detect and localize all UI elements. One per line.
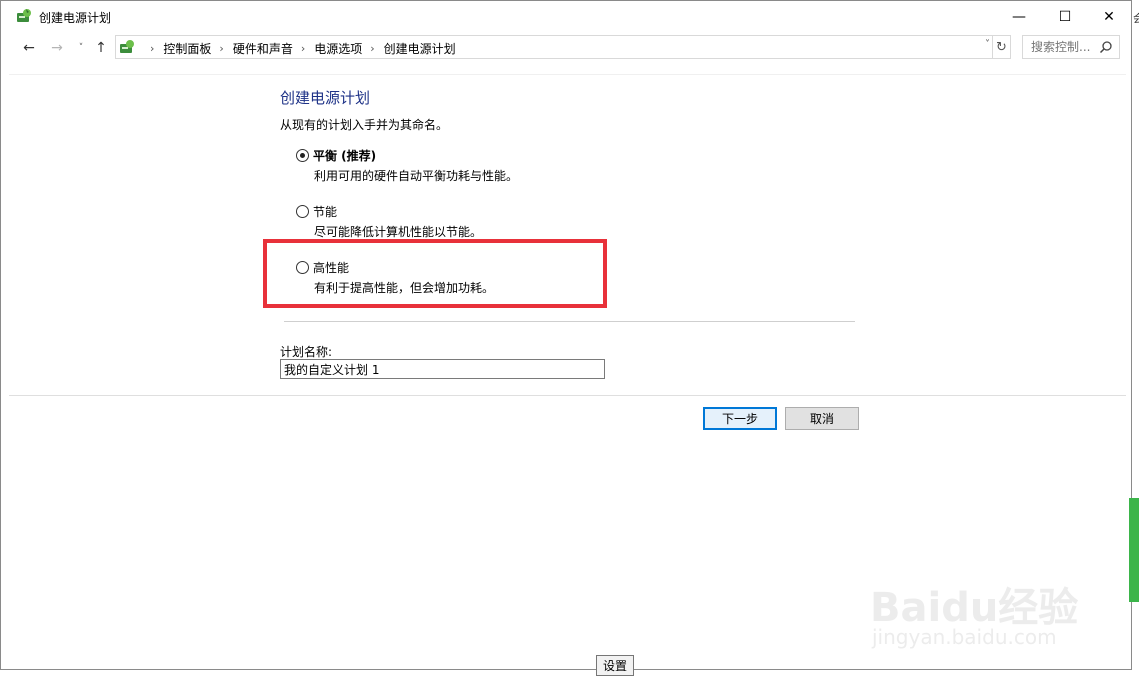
search-input[interactable] — [1023, 36, 1101, 58]
breadcrumb: › 控制面板 › 硬件和声音 › 电源选项 › 创建电源计划 — [142, 40, 456, 57]
arrow-up-icon: ↑ — [95, 40, 107, 56]
refresh-icon: ↻ — [996, 39, 1007, 55]
chevron-down-icon: ˅ — [78, 43, 84, 53]
up-button[interactable]: ↑ — [91, 37, 111, 59]
breadcrumb-item-hardware-sound[interactable]: 硬件和声音 — [233, 40, 293, 57]
divider — [9, 74, 1126, 75]
maximize-button[interactable]: ☐ — [1042, 1, 1088, 33]
chevron-right-icon[interactable]: › — [219, 42, 223, 55]
option-balanced-label[interactable]: 平衡 (推荐) — [313, 147, 376, 164]
refresh-button[interactable]: ↻ — [993, 35, 1011, 59]
forward-button[interactable]: → — [47, 37, 67, 59]
power-options-icon — [17, 9, 31, 22]
page-title: 创建电源计划 — [280, 89, 371, 107]
plan-name-field[interactable] — [280, 359, 605, 379]
arrow-right-icon: → — [51, 40, 63, 56]
divider — [284, 321, 855, 322]
next-button[interactable]: 下一步 — [703, 407, 777, 430]
close-icon: ✕ — [1103, 9, 1115, 25]
page-subtitle: 从现有的计划入手并为其命名。 — [280, 118, 449, 132]
chevron-right-icon[interactable]: › — [150, 42, 154, 55]
option-power-saver-label[interactable]: 节能 — [313, 203, 337, 220]
address-dropdown-icon[interactable]: ˅ — [985, 39, 990, 50]
title-bar[interactable]: 创建电源计划 — ☐ ✕ — [1, 1, 1131, 33]
chevron-right-icon[interactable]: › — [370, 42, 374, 55]
tooltip: 设置 — [596, 655, 634, 676]
background-side-tab — [1129, 498, 1139, 602]
address-bar[interactable]: › 控制面板 › 硬件和声音 › 电源选项 › 创建电源计划 ˅ — [115, 35, 993, 59]
watermark-url: jingyan.baidu.com — [872, 625, 1057, 649]
minimize-icon: — — [1012, 9, 1026, 25]
navigation-bar: ← → ˅ ↑ › 控制面板 › 硬件和声音 › 电源选项 › 创建电源计划 ˅… — [1, 35, 1131, 61]
chevron-right-icon[interactable]: › — [301, 42, 305, 55]
divider — [9, 395, 1126, 396]
control-panel-icon — [120, 40, 134, 53]
close-button[interactable]: ✕ — [1086, 1, 1131, 33]
background-window-text: 会 — [1133, 12, 1139, 25]
radio-button-balanced[interactable] — [296, 149, 309, 162]
watermark: Baidu经验 jingyan.baidu.com — [870, 555, 1090, 655]
plan-name-label: 计划名称: — [280, 345, 333, 359]
cancel-button[interactable]: 取消 — [785, 407, 859, 430]
option-power-saver[interactable]: 节能 — [296, 203, 337, 220]
option-balanced-description: 利用可用的硬件自动平衡功耗与性能。 — [314, 169, 519, 183]
search-icon[interactable] — [1099, 40, 1113, 54]
radio-button-power-saver[interactable] — [296, 205, 309, 218]
highlight-annotation — [263, 239, 607, 308]
breadcrumb-item-power-options[interactable]: 电源选项 — [314, 40, 362, 57]
window-title: 创建电源计划 — [39, 11, 112, 25]
minimize-button[interactable]: — — [996, 1, 1042, 33]
search-box[interactable] — [1022, 35, 1120, 59]
arrow-left-icon: ← — [23, 40, 35, 56]
option-balanced[interactable]: 平衡 (推荐) — [296, 147, 376, 164]
back-button[interactable]: ← — [19, 37, 39, 59]
option-power-saver-description: 尽可能降低计算机性能以节能。 — [314, 225, 483, 239]
breadcrumb-item-control-panel[interactable]: 控制面板 — [163, 40, 211, 57]
breadcrumb-item-create-plan[interactable]: 创建电源计划 — [384, 40, 456, 57]
maximize-icon: ☐ — [1058, 9, 1072, 25]
recent-locations-button[interactable]: ˅ — [71, 37, 91, 59]
